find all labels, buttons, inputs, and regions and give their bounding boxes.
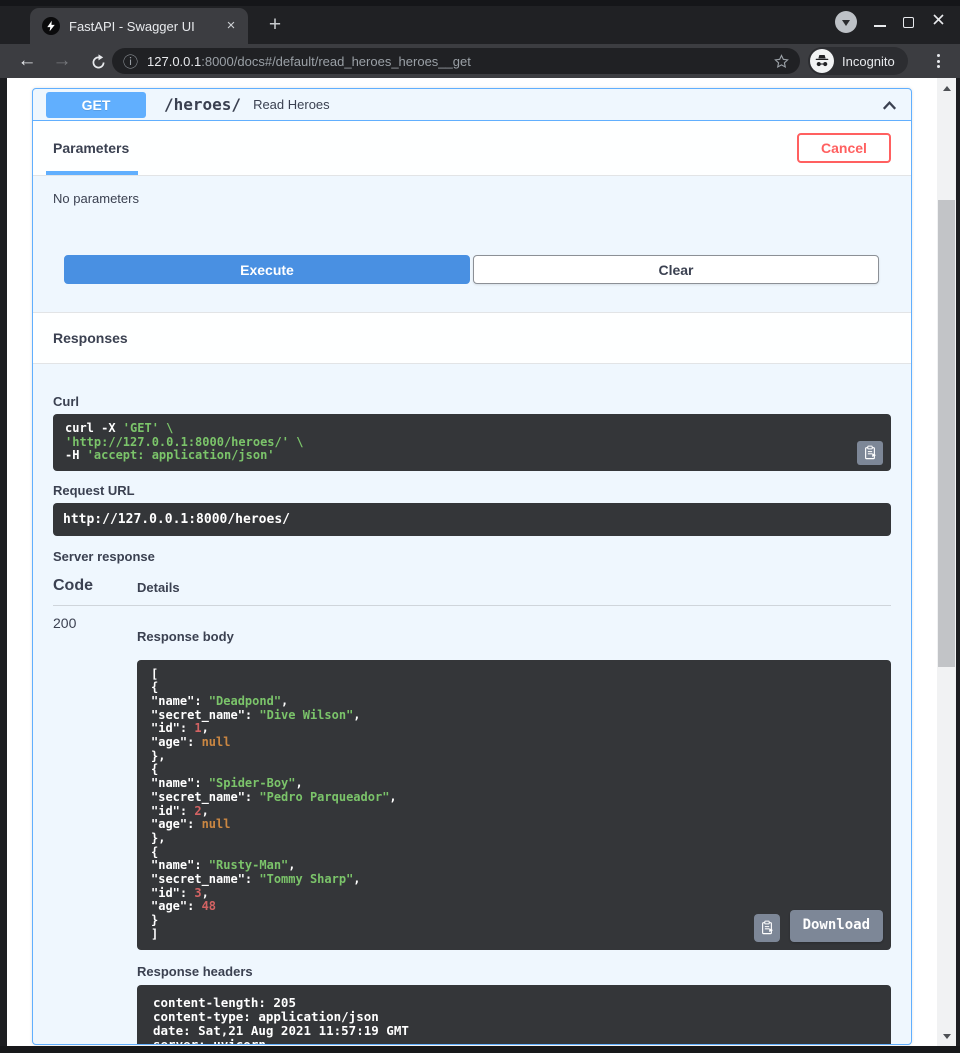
copy-curl-button[interactable] (857, 441, 883, 465)
window-left-edge (0, 78, 7, 1053)
bookmark-star-icon[interactable] (773, 53, 790, 70)
curl-label: Curl (53, 394, 891, 409)
execute-row: Execute Clear (64, 255, 879, 284)
response-table-head: Code Details (53, 577, 891, 595)
request-url-value: http://127.0.0.1:8000/heroes/ (63, 512, 290, 527)
responses-title: Responses (53, 330, 128, 346)
forward-button[interactable]: → (48, 47, 76, 75)
window-right-edge (956, 78, 960, 1053)
address-bar[interactable]: ⓘ 127.0.0.1:8000/docs#/default/read_hero… (112, 48, 800, 74)
no-parameters-text: No parameters (53, 191, 891, 206)
swagger-page: GET /heroes/ Read Heroes Parameters Canc… (7, 78, 937, 1046)
response-body-buttons: Download (754, 910, 883, 942)
copy-response-button[interactable] (754, 914, 780, 942)
chevron-up-icon[interactable] (880, 96, 899, 120)
operation-summary-text: Read Heroes (253, 97, 330, 112)
responses-header: Responses (33, 312, 911, 364)
incognito-icon (810, 49, 834, 73)
response-headers-block: content-length: 205content-type: applica… (137, 985, 891, 1046)
window-menu-button[interactable] (835, 11, 857, 33)
scrollbar-thumb[interactable] (938, 200, 955, 667)
chevron-down-icon (842, 20, 850, 26)
url-path: :8000/docs#/default/read_heroes_heroes__… (201, 54, 471, 69)
download-button[interactable]: Download (790, 910, 883, 942)
parameters-content: No parameters Execute Clear (33, 176, 911, 312)
response-body-json: [ { "name": "Deadpond", "secret_name": "… (151, 668, 877, 942)
parameters-tab-underline (46, 171, 138, 175)
request-url-label: Request URL (53, 483, 891, 498)
url-text: 127.0.0.1:8000/docs#/default/read_heroes… (147, 54, 773, 69)
status-code: 200 (53, 615, 137, 1046)
browser-chrome: FastAPI - Swagger UI × + ← → ⓘ 127.0.0.1… (0, 0, 960, 78)
back-button[interactable]: ← (13, 47, 41, 75)
execute-button[interactable]: Execute (64, 255, 470, 284)
response-body-label: Response body (137, 629, 891, 644)
curl-command-block: curl -X 'GET' \ 'http://127.0.0.1:8000/h… (53, 414, 891, 471)
window-bottom-edge (0, 1046, 960, 1053)
request-url-block: http://127.0.0.1:8000/heroes/ (53, 503, 891, 536)
response-details-cell: Response body [ { "name": "Deadpond", "s… (137, 615, 891, 1046)
reload-button[interactable] (84, 47, 112, 75)
response-headers-label: Response headers (137, 964, 891, 979)
tab-close-icon[interactable]: × (222, 17, 240, 35)
fastapi-favicon-icon (42, 17, 60, 35)
maximize-button[interactable] (903, 17, 914, 28)
incognito-badge: Incognito (808, 47, 908, 75)
operation-path: /heroes/ (164, 95, 241, 114)
window-controls (835, 11, 946, 33)
code-column-header: Code (53, 577, 137, 595)
browser-toolbar: ← → ⓘ 127.0.0.1:8000/docs#/default/read_… (0, 44, 960, 78)
scroll-up-arrow-icon[interactable] (937, 80, 956, 96)
tab-title: FastAPI - Swagger UI (69, 19, 222, 34)
cancel-button[interactable]: Cancel (797, 133, 891, 163)
parameters-header: Parameters Cancel (33, 121, 911, 176)
scroll-down-arrow-icon[interactable] (937, 1028, 956, 1044)
minimize-button[interactable] (874, 25, 886, 27)
clear-button[interactable]: Clear (473, 255, 879, 284)
close-button[interactable] (931, 12, 946, 32)
browser-tab[interactable]: FastAPI - Swagger UI × (30, 8, 248, 44)
response-table-divider (53, 605, 891, 606)
parameters-title: Parameters (53, 140, 129, 156)
url-host: 127.0.0.1 (147, 54, 201, 69)
opblock-get-heroes: GET /heroes/ Read Heroes Parameters Canc… (32, 88, 912, 1045)
operation-summary[interactable]: GET /heroes/ Read Heroes (33, 89, 911, 121)
site-info-icon[interactable]: ⓘ (123, 51, 138, 72)
server-response-label: Server response (53, 549, 891, 564)
new-tab-button[interactable]: + (262, 12, 288, 38)
window-top-edge (0, 0, 960, 6)
response-body-block: [ { "name": "Deadpond", "secret_name": "… (137, 660, 891, 950)
page-scrollbar[interactable] (937, 78, 956, 1046)
browser-menu-icon[interactable] (930, 52, 946, 70)
method-badge: GET (46, 92, 146, 118)
response-row: 200 Response body [ { "name": "Deadpond"… (53, 615, 891, 1046)
responses-content: Curl curl -X 'GET' \ 'http://127.0.0.1:8… (33, 364, 911, 1045)
incognito-label: Incognito (842, 54, 895, 69)
details-column-header: Details (137, 580, 180, 595)
